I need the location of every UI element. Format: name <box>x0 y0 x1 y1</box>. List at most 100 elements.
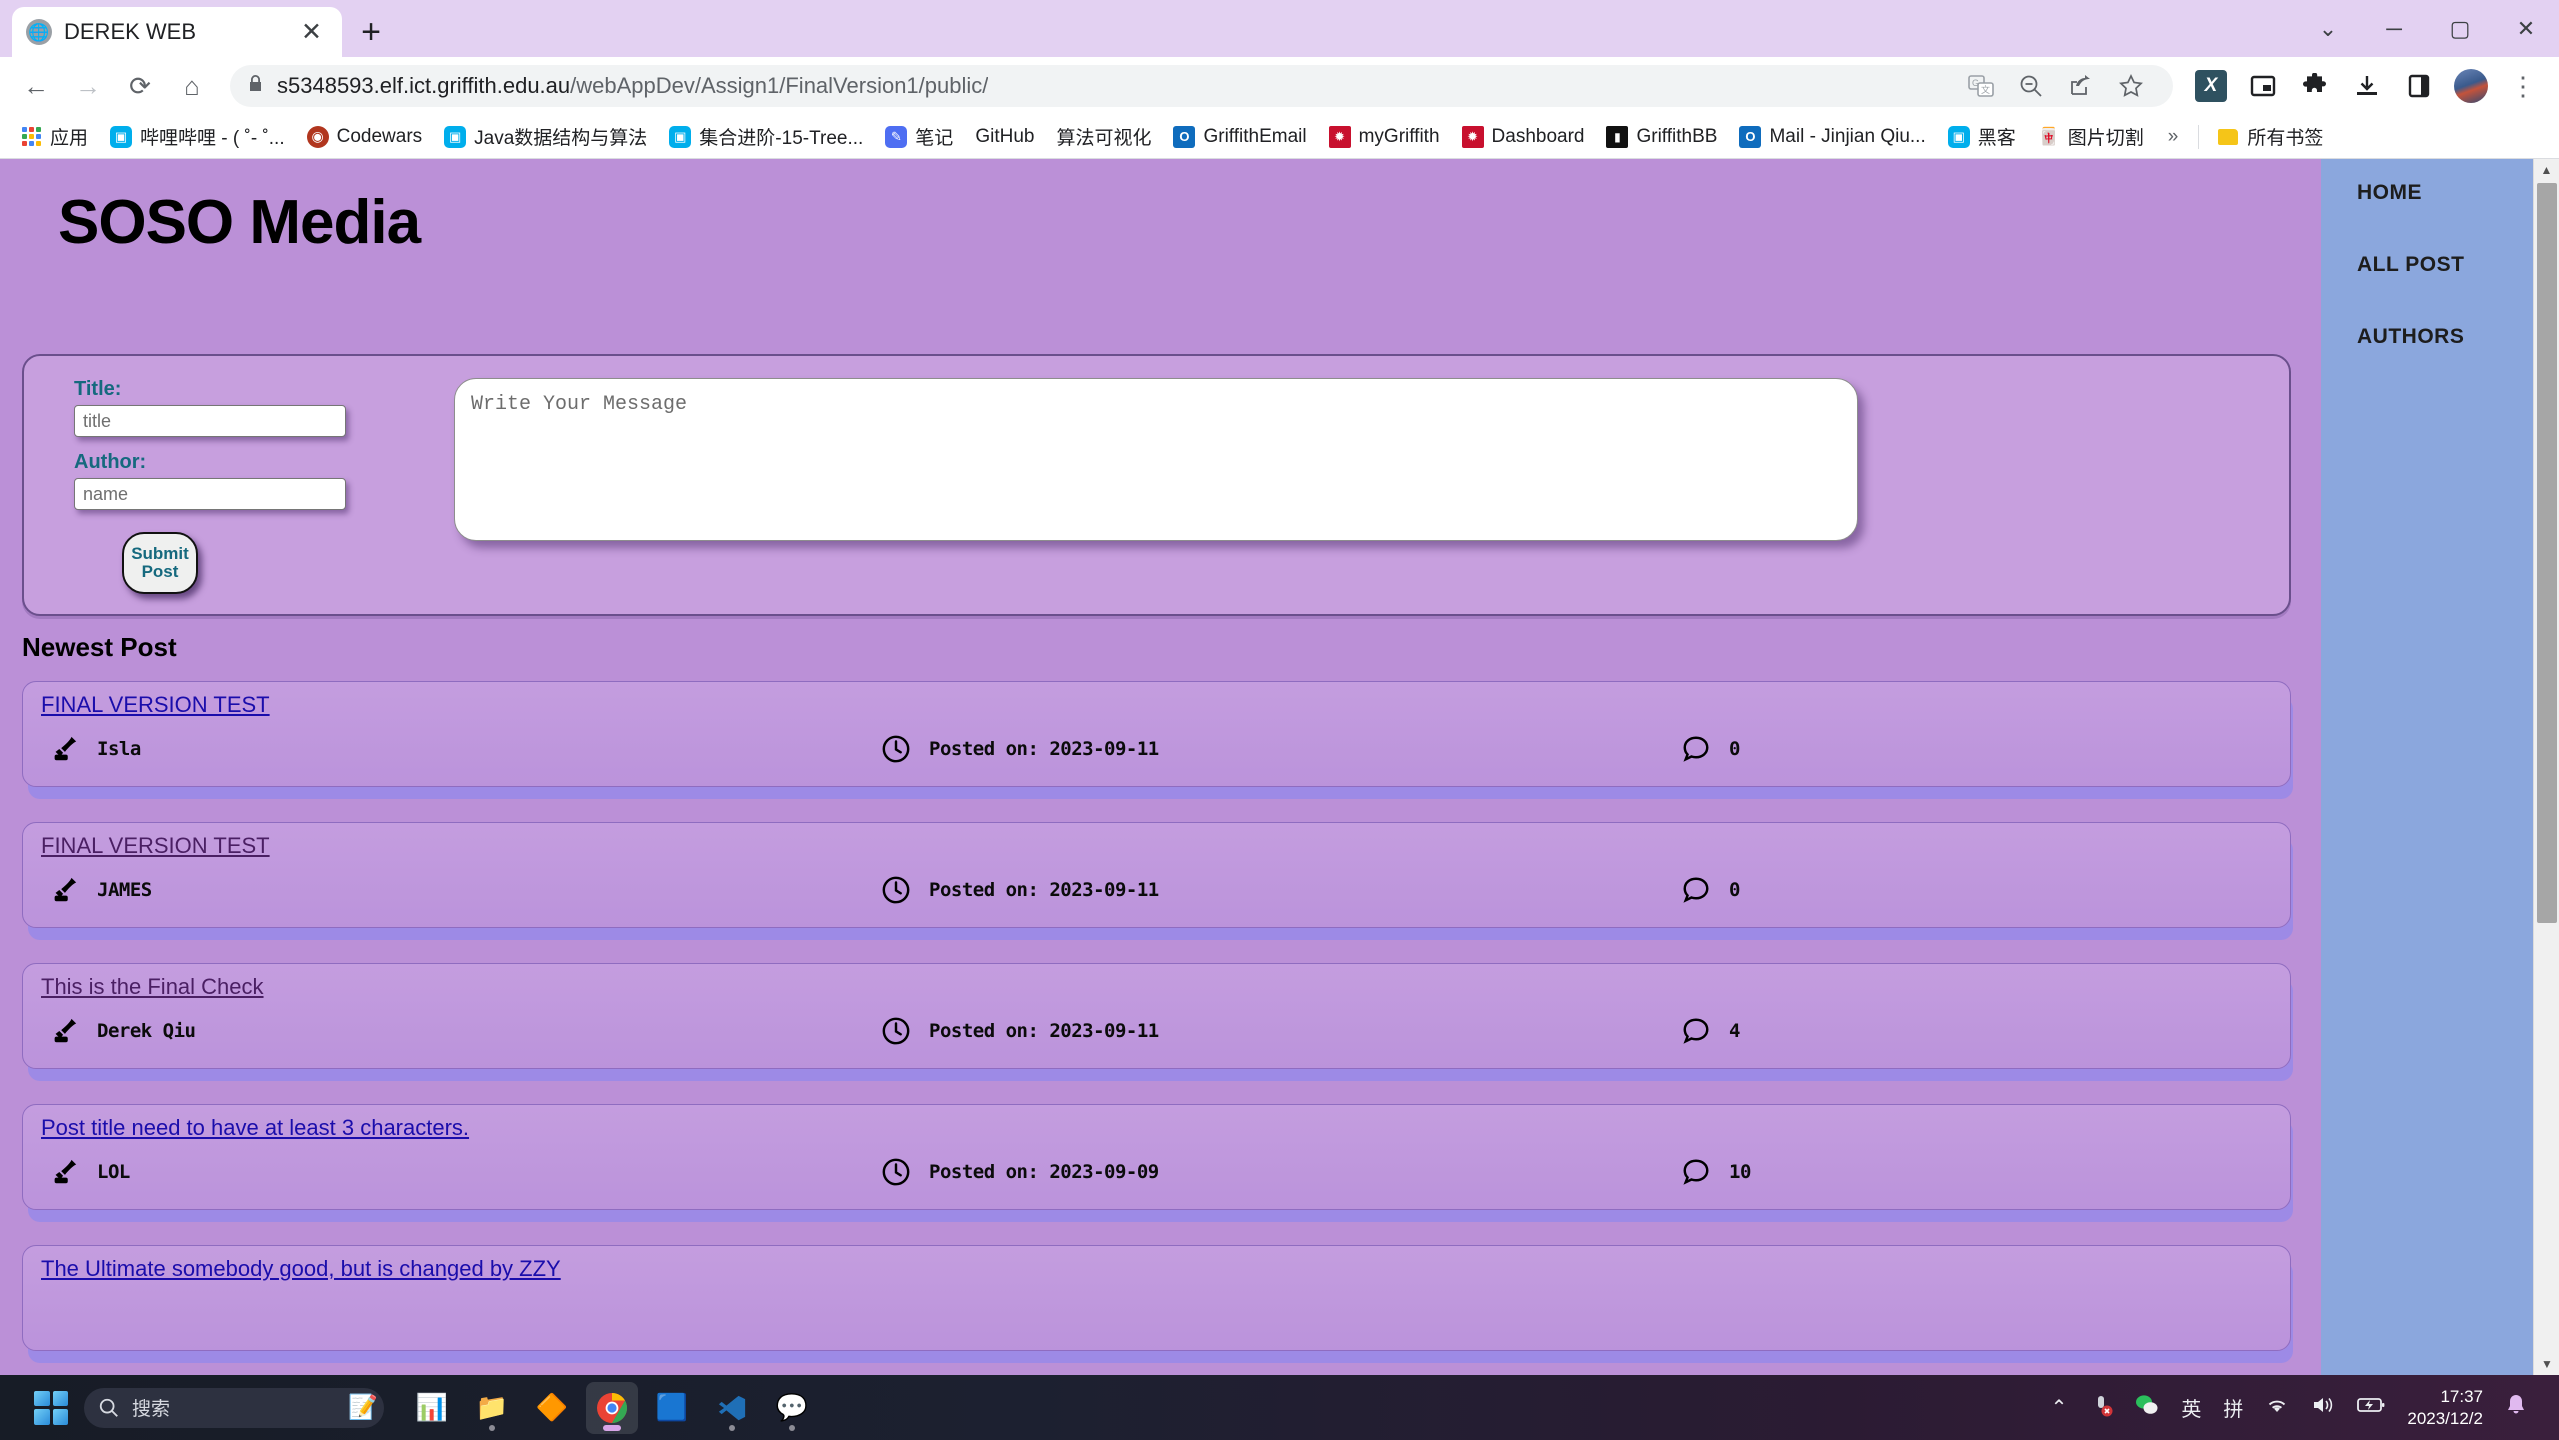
bookmark-java-ds[interactable]: ▣ Java数据结构与算法 <box>434 118 657 155</box>
post-meta: LOL Posted on: 2023-09-09 10 <box>41 1157 2290 1187</box>
forward-icon[interactable]: → <box>64 62 112 110</box>
post-card[interactable]: FINAL VERSION TEST JAMES Posted on: 2023… <box>22 822 2291 928</box>
new-post-form: Title: Author: Submit Post <box>22 354 2291 616</box>
bookmark-collections[interactable]: ▣ 集合进阶-15-Tree... <box>659 118 873 155</box>
ime-language-indicator[interactable]: 英 <box>2181 1393 2201 1422</box>
address-bar[interactable]: s5348593.elf.ict.griffith.edu.au/webAppD… <box>230 65 2173 107</box>
comment-icon <box>1683 736 1709 762</box>
author-input[interactable] <box>74 478 346 510</box>
home-icon[interactable]: ⌂ <box>168 62 216 110</box>
extensions-puzzle-icon[interactable] <box>2291 62 2339 110</box>
post-comment-count: 4 <box>1729 1020 1740 1042</box>
scrollbar-thumb[interactable] <box>2537 183 2557 923</box>
bookmark-hacker[interactable]: ▣ 黑客 <box>1938 118 2026 155</box>
post-title-link[interactable]: FINAL VERSION TEST <box>41 833 270 859</box>
taskbar-app-file-explorer[interactable]: 📁 <box>466 1382 518 1434</box>
avatar[interactable] <box>2447 62 2495 110</box>
translate-icon[interactable]: G文 <box>1957 62 2005 110</box>
bookmark-griffith-email[interactable]: O GriffithEmail <box>1163 121 1316 153</box>
globe-icon: 🌐 <box>26 19 52 45</box>
picture-in-picture-icon[interactable] <box>2239 62 2287 110</box>
post-card[interactable]: This is the Final Check Derek Qiu Posted… <box>22 963 2291 1069</box>
post-card[interactable]: FINAL VERSION TEST Isla Posted on: 2023-… <box>22 681 2291 787</box>
chevron-down-icon[interactable]: ⌄ <box>2295 0 2361 57</box>
browser-menu-icon[interactable]: ⋮ <box>2499 62 2547 110</box>
scroll-down-icon[interactable]: ▼ <box>2534 1353 2559 1375</box>
close-icon[interactable]: ✕ <box>295 19 328 45</box>
submit-post-button[interactable]: Submit Post <box>122 532 198 594</box>
x-extension-icon[interactable]: X <box>2187 62 2235 110</box>
url-text: s5348593.elf.ict.griffith.edu.au/webAppD… <box>277 73 989 98</box>
clock-time: 17:37 <box>2440 1387 2483 1407</box>
post-author-name: LOL <box>97 1161 130 1183</box>
post-title-link[interactable]: The Ultimate somebody good, but is chang… <box>41 1256 561 1282</box>
volume-icon[interactable] <box>2311 1394 2335 1422</box>
scroll-up-icon[interactable]: ▲ <box>2534 159 2559 181</box>
bookmark-label: 黑客 <box>1977 128 2016 149</box>
bookmark-mail[interactable]: O Mail - Jinjian Qiu... <box>1729 121 1935 153</box>
bookmark-dashboard[interactable]: ✹ Dashboard <box>1452 121 1595 153</box>
post-title-link[interactable]: FINAL VERSION TEST <box>41 692 270 718</box>
taskbar-app-wechat[interactable]: 💬 <box>766 1382 818 1434</box>
all-bookmarks-button[interactable]: 所有书签 <box>2207 118 2333 155</box>
new-tab-button[interactable]: + <box>342 7 400 57</box>
windows-taskbar: 搜索 📝 📊 📁 🔶 🟦 💬 ⌃ 英 拼 17:37 2023/12/2 <box>0 1375 2559 1440</box>
post-meta: Derek Qiu Posted on: 2023-09-11 4 <box>41 1016 2290 1046</box>
notification-bell-icon[interactable] <box>2505 1393 2527 1423</box>
sidebar-item-all-post[interactable]: ALL POST <box>2357 253 2533 277</box>
bookmark-label: GriffithEmail <box>1203 125 1307 147</box>
reload-icon[interactable]: ⟳ <box>116 62 164 110</box>
taskbar-app-vscode[interactable] <box>706 1382 758 1434</box>
title-input[interactable] <box>74 405 346 437</box>
battery-icon[interactable] <box>2357 1395 2385 1421</box>
sidebar-item-home[interactable]: HOME <box>2357 181 2533 205</box>
post-card[interactable]: The Ultimate somebody good, but is chang… <box>22 1245 2291 1351</box>
taskbar-app-chrome[interactable] <box>586 1381 638 1434</box>
mic-muted-icon[interactable] <box>2089 1393 2113 1423</box>
bookmark-label: Codewars <box>336 125 423 147</box>
post-card[interactable]: Post title need to have at least 3 chara… <box>22 1104 2291 1210</box>
zoom-out-icon[interactable] <box>2007 62 2055 110</box>
bookmark-griffithbb[interactable]: ▮ GriffithBB <box>1596 121 1727 153</box>
back-icon[interactable]: ← <box>12 62 60 110</box>
post-title-link[interactable]: Post title need to have at least 3 chara… <box>41 1115 469 1141</box>
bookmark-codewars[interactable]: ◉ Codewars <box>297 121 433 153</box>
wifi-icon[interactable] <box>2265 1394 2289 1422</box>
start-button[interactable] <box>34 1390 68 1425</box>
bookmarks-overflow-icon[interactable]: » <box>2156 126 2191 148</box>
browser-tab[interactable]: 🌐 DEREK WEB ✕ <box>12 7 342 57</box>
bookmark-image-cut[interactable]: 🀄 图片切割 <box>2028 118 2154 155</box>
maximize-button[interactable]: ▢ <box>2427 0 2493 57</box>
taskbar-clock[interactable]: 17:37 2023/12/2 <box>2407 1386 2483 1429</box>
bookmark-mygriffith[interactable]: ✹ myGriffith <box>1319 121 1450 153</box>
pen-icon <box>54 736 77 761</box>
share-icon[interactable] <box>2057 62 2105 110</box>
post-title-link[interactable]: This is the Final Check <box>41 974 264 1000</box>
bookmark-algo-viz[interactable]: 算法可视化 <box>1046 118 1161 155</box>
side-panel-icon[interactable] <box>2395 62 2443 110</box>
griffith-icon: ✹ <box>1461 125 1484 148</box>
codewars-icon: ◉ <box>306 125 329 148</box>
download-icon[interactable] <box>2343 62 2391 110</box>
section-heading: Newest Post <box>22 632 177 662</box>
taskbar-app-powerpoint[interactable]: 📊 <box>406 1382 458 1434</box>
tray-chevron-icon[interactable]: ⌃ <box>2051 1395 2068 1420</box>
page-scrollbar[interactable]: ▲ ▼ <box>2533 159 2559 1375</box>
taskbar-search[interactable]: 搜索 📝 <box>84 1387 384 1428</box>
bookmark-github[interactable]: GitHub <box>965 121 1044 153</box>
bookmark-notes[interactable]: ✎ 笔记 <box>875 118 963 155</box>
message-textarea[interactable] <box>454 378 1858 541</box>
taskbar-app-unity[interactable]: 🔶 <box>526 1382 578 1434</box>
window-close-button[interactable]: ✕ <box>2493 0 2559 57</box>
taskbar-app-teams[interactable]: 🟦 <box>646 1382 698 1434</box>
post-date: Posted on: 2023-09-09 <box>881 1157 1681 1187</box>
bookmark-star-icon[interactable] <box>2107 62 2155 110</box>
minimize-button[interactable]: ─ <box>2361 0 2427 57</box>
divider <box>2198 124 2200 149</box>
bookmark-apps[interactable]: 应用 <box>10 118 98 155</box>
clock-icon <box>882 1158 910 1186</box>
wechat-tray-icon[interactable] <box>2135 1393 2159 1423</box>
ime-mode-indicator[interactable]: 拼 <box>2223 1393 2243 1422</box>
sidebar-item-authors[interactable]: AUTHORS <box>2357 325 2533 349</box>
bookmark-bilibili-1[interactable]: ▣ 哔哩哔哩 - ( ˚- ˚... <box>100 118 295 155</box>
